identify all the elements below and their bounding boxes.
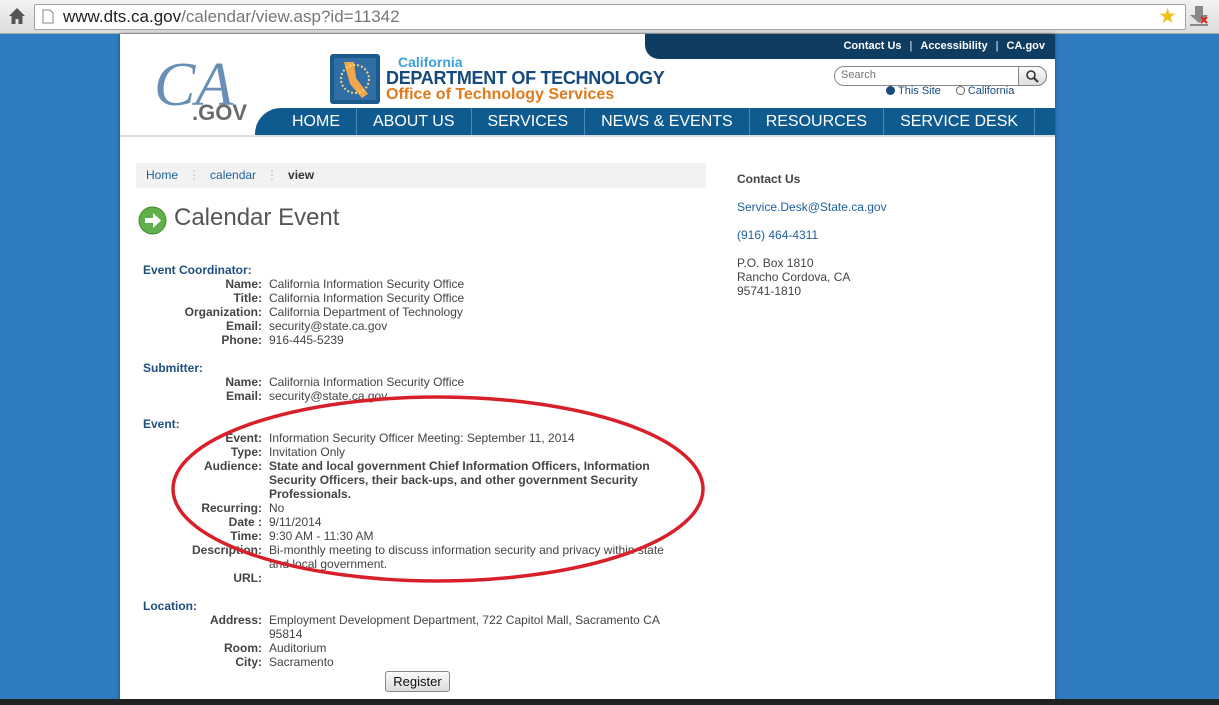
bookmark-star-icon[interactable]: ★	[1158, 5, 1177, 29]
url-host: www.dts.ca.gov	[63, 7, 182, 26]
search-icon	[1026, 70, 1039, 83]
breadcrumb-divider: ⋮	[266, 168, 279, 182]
breadcrumb-calendar[interactable]: calendar	[210, 168, 256, 182]
field-label: Room:	[224, 641, 262, 655]
department-seal-icon[interactable]	[330, 54, 380, 104]
radio-selected-icon	[886, 86, 895, 95]
breadcrumb-divider: ⋮	[188, 168, 201, 182]
field-label: Organization:	[184, 305, 262, 319]
location-city: Sacramento	[269, 655, 334, 669]
department-title: California DEPARTMENT OF TECHNOLOGY Offi…	[386, 54, 665, 103]
download-icon[interactable]	[1187, 5, 1211, 27]
contact-address-line: P.O. Box 1810	[737, 256, 814, 270]
breadcrumb-current: view	[288, 168, 315, 182]
coordinator-title: California Information Security Office	[269, 291, 465, 305]
breadcrumb-home[interactable]: Home	[146, 168, 178, 182]
coordinator-heading: Event Coordinator:	[143, 263, 252, 277]
field-label: Email:	[225, 319, 262, 333]
page-container: Contact Us | Accessibility | CA.gov CA .GOV …	[120, 34, 1055, 705]
contact-panel: Contact Us Service.Desk@State.ca.gov (91…	[737, 172, 887, 298]
field-label: Name:	[225, 375, 262, 389]
address-line: 95814	[269, 627, 303, 641]
accessibility-link[interactable]: Accessibility	[920, 40, 987, 52]
coordinator-phone: 916-445-5239	[269, 333, 344, 347]
location-heading: Location:	[143, 599, 197, 613]
dept-name: DEPARTMENT OF TECHNOLOGY	[386, 68, 665, 88]
scope-california[interactable]: California	[955, 85, 1015, 97]
search-box	[834, 66, 1047, 86]
field-label: Title:	[233, 291, 262, 305]
field-label: Address:	[209, 613, 262, 627]
arrow-right-icon	[138, 206, 167, 235]
ca-gov-logo-suffix: .GOV	[192, 100, 247, 125]
submitter-name: California Information Security Office	[269, 375, 465, 389]
taskbar	[0, 699, 1219, 705]
nav-separator: |	[995, 40, 999, 52]
page-title: Calendar Event	[174, 204, 340, 231]
register-button[interactable]: Register	[385, 671, 450, 692]
radio-empty-icon	[955, 86, 965, 95]
url-text: www.dts.ca.gov/calendar/view.asp?id=1134…	[63, 5, 400, 29]
contact-phone-link[interactable]: (916) 464-4311	[737, 228, 887, 242]
field-label: Name:	[225, 277, 262, 291]
address-line: Employment Development Department, 722 C…	[269, 613, 660, 627]
header-divider	[120, 135, 1055, 137]
dept-state-label: California	[398, 54, 463, 70]
contact-heading: Contact Us	[737, 172, 801, 186]
contact-us-link[interactable]: Contact Us	[843, 40, 901, 52]
scope-california-label: California	[967, 85, 1015, 97]
nav-separator: |	[909, 40, 913, 52]
utility-nav: Contact Us | Accessibility | CA.gov	[645, 34, 1055, 59]
nav-resources[interactable]: RESOURCES	[750, 108, 885, 135]
nav-about-us[interactable]: ABOUT US	[357, 108, 472, 135]
browser-toolbar: www.dts.ca.gov/calendar/view.asp?id=1134…	[0, 0, 1219, 34]
coordinator-email: security@state.ca.gov	[269, 319, 388, 333]
url-path: /calendar/view.asp?id=11342	[181, 7, 400, 26]
home-icon[interactable]	[7, 6, 27, 26]
search-button[interactable]	[1018, 66, 1047, 86]
scope-this-site[interactable]: This Site	[886, 85, 941, 97]
submitter-heading: Submitter:	[143, 361, 203, 375]
breadcrumb: Home ⋮ calendar ⋮ view	[136, 163, 706, 188]
ca-gov-logo[interactable]: CA .GOV	[154, 50, 264, 125]
location-room: Auditorium	[269, 641, 327, 655]
contact-address-line: Rancho Cordova, CA	[737, 270, 851, 284]
nav-services[interactable]: SERVICES	[472, 108, 586, 135]
page-icon	[42, 9, 54, 24]
location-address: Employment Development Department, 722 C…	[269, 613, 683, 641]
annotation-ellipse	[171, 395, 705, 583]
search-scope: This Site California	[886, 85, 1026, 97]
field-label: Phone:	[221, 333, 262, 347]
dept-office: Office of Technology Services	[386, 86, 615, 103]
nav-service-desk[interactable]: SERVICE DESK	[884, 108, 1036, 135]
search-input[interactable]	[841, 69, 1016, 81]
ca-gov-link[interactable]: CA.gov	[1007, 40, 1046, 52]
coordinator-org: California Department of Technology	[269, 305, 463, 319]
contact-address-line: 95741-1810	[737, 284, 802, 298]
address-bar[interactable]: www.dts.ca.gov/calendar/view.asp?id=1134…	[34, 4, 1186, 30]
nav-home[interactable]: HOME	[276, 108, 357, 135]
nav-news-events[interactable]: NEWS & EVENTS	[585, 108, 750, 135]
main-nav: HOME ABOUT US SERVICES NEWS & EVENTS RES…	[255, 108, 1055, 135]
coordinator-name: California Information Security Office	[269, 277, 465, 291]
field-label: City:	[235, 655, 262, 669]
contact-email-link[interactable]: Service.Desk@State.ca.gov	[737, 200, 887, 214]
scope-this-site-label: This Site	[898, 85, 941, 97]
